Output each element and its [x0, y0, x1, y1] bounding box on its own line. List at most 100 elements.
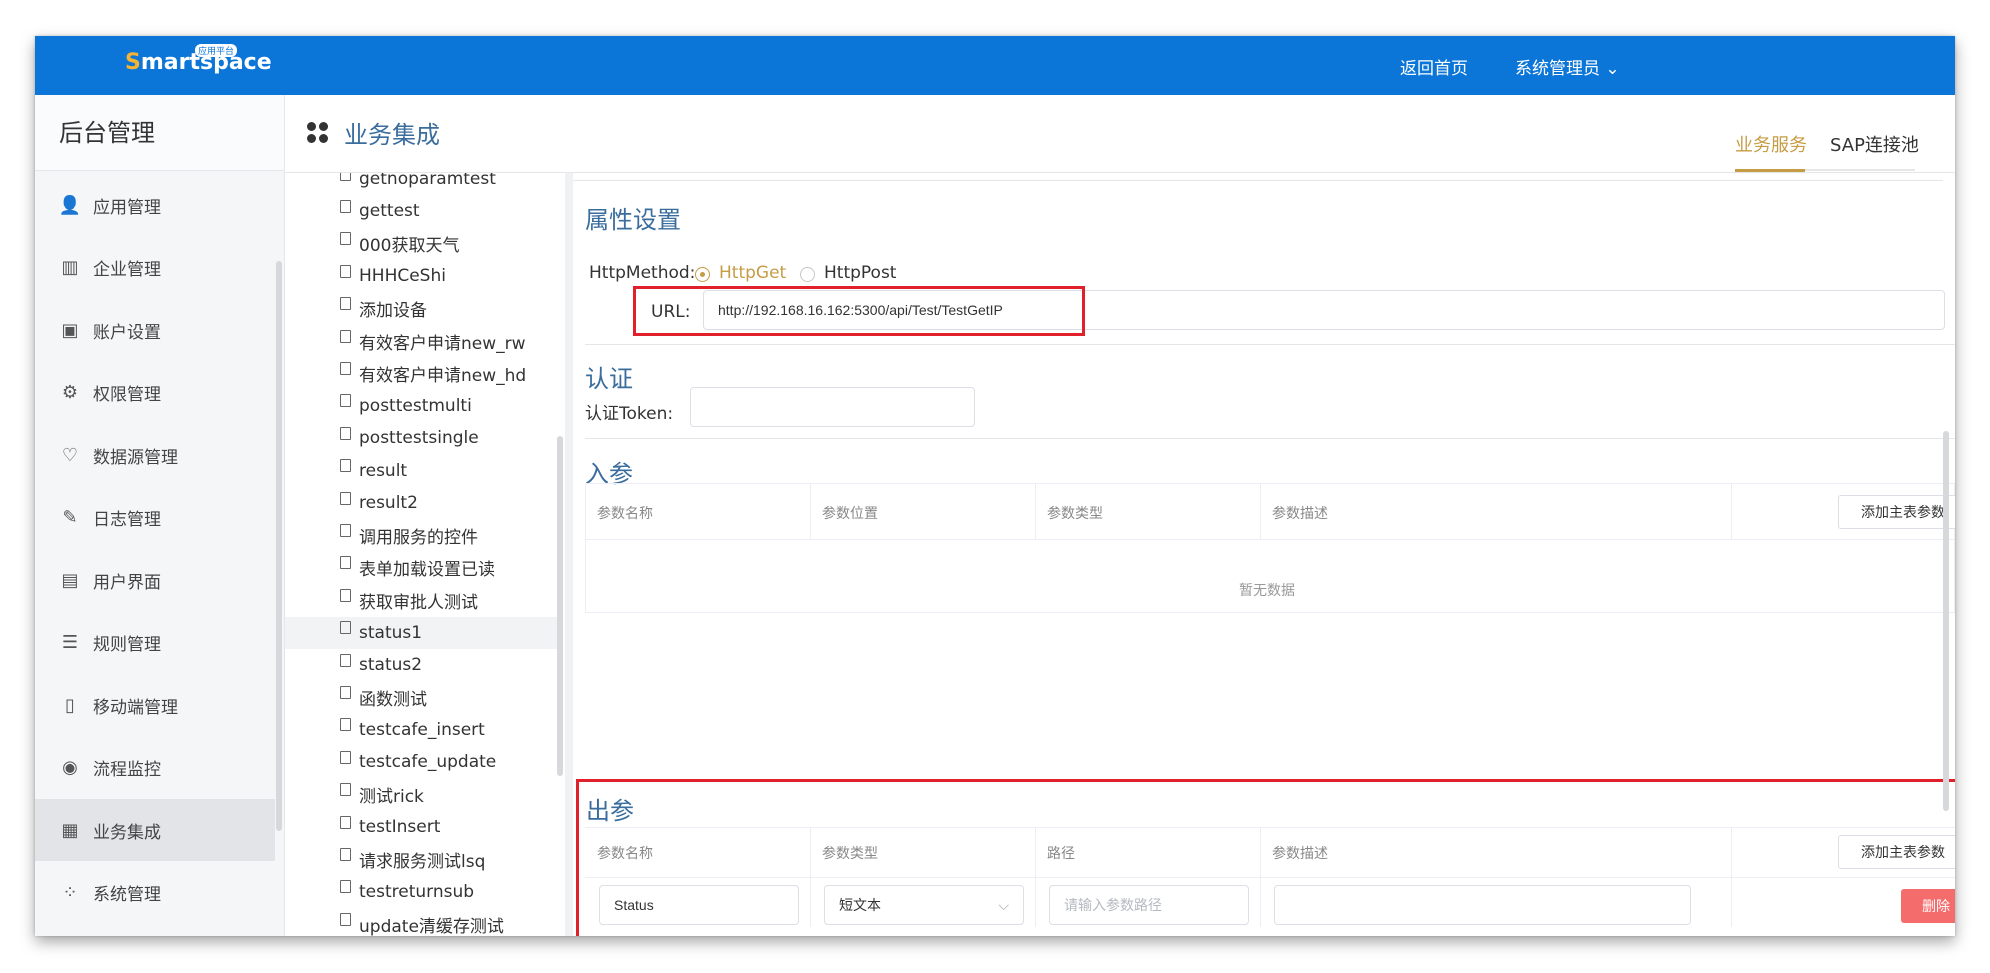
tree-item[interactable]: testInsert	[285, 811, 560, 843]
tree-item-label: 表单加载设置已读	[359, 560, 495, 581]
content-scrollbar[interactable]	[1943, 431, 1949, 811]
tree-item[interactable]: update清缓存测试	[285, 908, 560, 936]
sidebar-title: 后台管理	[35, 95, 284, 171]
document-icon	[340, 173, 351, 181]
monitor-icon: ◉	[62, 757, 78, 778]
tree-item[interactable]: 有效客户申请new_rw	[285, 325, 560, 357]
tree-item[interactable]: result	[285, 455, 560, 487]
tree-item[interactable]: 测试rick	[285, 779, 560, 811]
tree-item-label: testreturnsub	[359, 881, 475, 902]
radio-httpget-label[interactable]: HttpGet	[719, 263, 786, 283]
url-highlight-box	[633, 286, 1085, 336]
tree-item-label: 000获取天气	[359, 236, 460, 257]
param-desc-input[interactable]	[1274, 885, 1691, 925]
tree-item-label: gettest	[359, 201, 420, 222]
document-icon	[340, 459, 351, 473]
output-params-title: 出参	[586, 797, 634, 825]
sidebar-item-3[interactable]: ⚙ 权限管理	[35, 362, 275, 424]
delete-row-button[interactable]: 删除	[1901, 889, 1955, 923]
tree-item[interactable]: 表单加载设置已读	[285, 552, 560, 584]
col-param-type: 参数类型	[1047, 505, 1103, 521]
param-path-input[interactable]: 请输入参数路径	[1049, 885, 1249, 925]
tab-business-service[interactable]: 业务服务	[1735, 131, 1807, 157]
integration-icon: ▦	[61, 819, 79, 841]
tree-item[interactable]: 有效客户申请new_hd	[285, 357, 560, 389]
sidebar-item-5[interactable]: ✎ 日志管理	[35, 487, 275, 549]
sidebar-item-6[interactable]: ▤ 用户界面	[35, 549, 275, 611]
sidebar-item-11[interactable]: ⁘ 系统管理	[35, 862, 275, 924]
sidebar-item-0[interactable]: 👤 应用管理	[35, 174, 275, 236]
add-output-param-button[interactable]: 添加主表参数	[1838, 835, 1955, 869]
col-param-name: 参数名称	[597, 845, 653, 861]
document-icon	[340, 912, 351, 926]
auth-token-input[interactable]	[690, 387, 975, 427]
tree-item[interactable]: status2	[285, 649, 560, 681]
sidebar-item-label: 应用管理	[93, 197, 161, 218]
add-input-param-button[interactable]: 添加主表参数	[1838, 495, 1955, 529]
tree-item-label: result2	[359, 493, 418, 513]
tree-item[interactable]: status1	[285, 616, 560, 649]
document-icon	[340, 880, 351, 894]
tree-item[interactable]: getnoparamtest	[285, 173, 560, 195]
page-title: 业务集成	[307, 115, 440, 150]
radio-httppost[interactable]	[800, 267, 815, 282]
tree-item[interactable]: 000获取天气	[285, 228, 560, 260]
document-icon	[340, 847, 351, 861]
radio-httpget[interactable]	[695, 267, 710, 282]
permission-icon: ⚙	[61, 382, 79, 403]
account-settings-icon: ▣	[61, 319, 79, 341]
sidebar-item-2[interactable]: ▣ 账户设置	[35, 299, 275, 361]
radio-httppost-label[interactable]: HttpPost	[824, 263, 896, 283]
user-menu[interactable]: 系统管理员 ⌄	[1515, 54, 1620, 79]
tree-item[interactable]: testreturnsub	[285, 876, 560, 908]
param-name-input[interactable]: Status	[599, 885, 799, 925]
tree-item-label: 添加设备	[359, 301, 427, 322]
tree-item[interactable]: 函数测试	[285, 681, 560, 713]
tree-item[interactable]: HHHCeShi	[285, 260, 560, 292]
tree-item[interactable]: 调用服务的控件	[285, 519, 560, 551]
tree-item[interactable]: gettest	[285, 195, 560, 227]
document-icon	[340, 394, 351, 408]
divider	[585, 438, 1955, 439]
sidebar-item-9[interactable]: ◉ 流程监控	[35, 737, 275, 799]
document-icon	[340, 491, 351, 505]
sidebar-item-label: 账户设置	[93, 322, 161, 343]
document-icon	[340, 815, 351, 829]
tree-item[interactable]: 获取审批人测试	[285, 584, 560, 616]
tree-divider	[565, 173, 573, 936]
tab-sap-pool[interactable]: SAP连接池	[1830, 131, 1919, 157]
param-type-value: 短文本	[839, 897, 881, 913]
sidebar-scrollbar[interactable]	[276, 261, 282, 831]
tree-item[interactable]: result2	[285, 487, 560, 519]
home-link[interactable]: 返回首页	[1400, 54, 1468, 79]
param-type-select[interactable]: 短文本 ⌵	[824, 885, 1024, 925]
auth-token-label: 认证Token:	[585, 404, 674, 424]
tree-item[interactable]: posttestmulti	[285, 390, 560, 422]
col-param-type: 参数类型	[822, 845, 878, 861]
sidebar-item-7[interactable]: ☰ 规则管理	[35, 612, 275, 674]
tree-item[interactable]: 添加设备	[285, 293, 560, 325]
tree-scrollbar[interactable]	[557, 436, 563, 776]
tree-item[interactable]: testcafe_update	[285, 746, 560, 778]
sidebar-item-10[interactable]: ▦ 业务集成	[35, 799, 275, 861]
document-icon	[340, 653, 351, 667]
sidebar-item-label: 权限管理	[93, 385, 161, 405]
tree-item[interactable]: 请求服务测试lsq	[285, 843, 560, 875]
sidebar-item-4[interactable]: ♡ 数据源管理	[35, 424, 275, 486]
logo[interactable]: Smartspace 应用平台	[125, 44, 272, 75]
table-header-divider	[585, 539, 1955, 540]
tree-item-label: result	[359, 460, 408, 481]
sidebar-item-8[interactable]: ▯ 移动端管理	[35, 674, 275, 736]
tree-item[interactable]: testcafe_insert	[285, 714, 560, 746]
tree-item-label: 函数测试	[359, 689, 427, 710]
document-icon	[340, 621, 351, 635]
detail-panel: 属性设置 HttpMethod: HttpGet HttpPost URL: h…	[573, 173, 1955, 936]
col-param-desc: 参数描述	[1272, 845, 1328, 861]
col-param-desc: 参数描述	[1272, 505, 1328, 521]
tab-active-indicator	[1735, 169, 1805, 172]
tree-item-label: testcafe_update	[359, 752, 497, 773]
sidebar-item-label: 移动端管理	[93, 697, 178, 718]
sidebar-item-1[interactable]: ▥ 企业管理	[35, 237, 275, 299]
mobile-icon: ▯	[65, 694, 75, 716]
tree-item[interactable]: posttestsingle	[285, 422, 560, 454]
